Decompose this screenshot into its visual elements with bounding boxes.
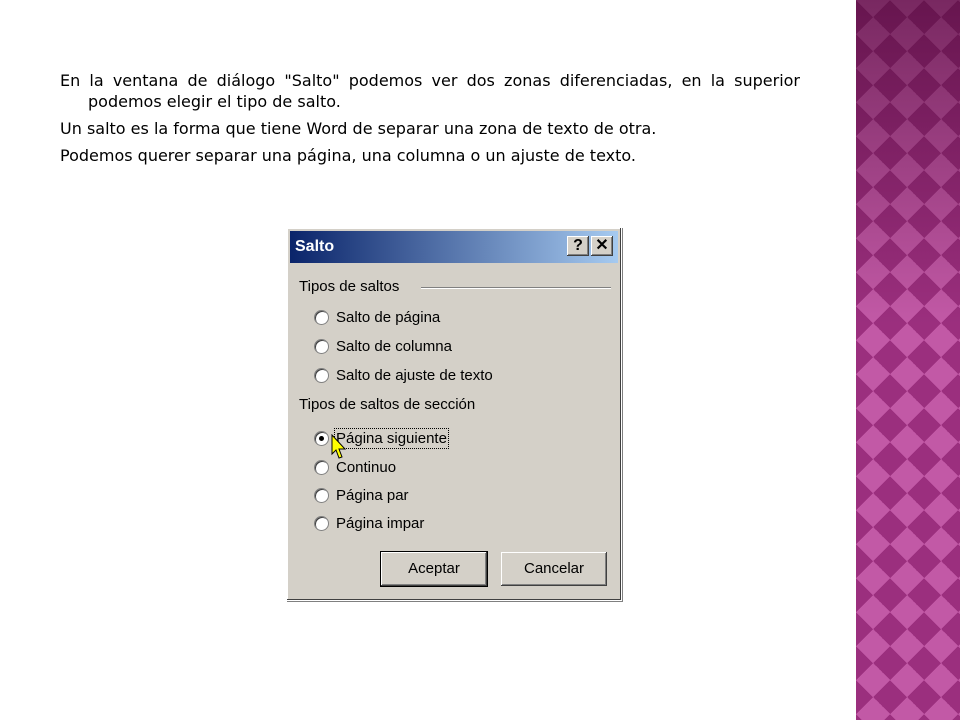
radio-button[interactable] [314,459,329,475]
accept-button[interactable]: Aceptar [380,551,488,587]
close-button[interactable]: ✕ [591,236,613,256]
radio-page-break[interactable]: Salto de página [314,307,440,327]
dialog-title: Salto [295,238,335,255]
dialog-titlebar[interactable]: Salto ? ✕ [290,231,618,263]
radio-button-selected[interactable] [314,430,329,446]
cancel-button[interactable]: Cancelar [501,552,607,586]
decorative-side-panel [854,0,960,720]
radio-label: Salto de columna [336,337,452,355]
radio-label: Página siguiente [334,427,449,449]
radio-button[interactable] [314,309,329,325]
radio-label: Salto de página [336,308,441,326]
radio-button[interactable] [314,515,329,531]
group-divider [421,287,611,289]
radio-column-break[interactable]: Salto de columna [314,336,452,356]
radio-text-wrap-break[interactable]: Salto de ajuste de texto [314,365,493,385]
radio-label: Página par [336,486,409,504]
radio-even-page[interactable]: Página par [314,485,409,505]
radio-label: Página impar [336,514,425,532]
paragraph-2: Un salto es la forma que tiene Word de s… [60,119,657,138]
paragraph-3: Podemos querer separar una página, una c… [60,146,636,165]
radio-continuous[interactable]: Continuo [314,457,396,477]
radio-button[interactable] [314,487,329,503]
slide-body: En la ventana de diálogo "Salto" podemos… [60,70,800,172]
paragraph-1: En la ventana de diálogo "Salto" podemos… [60,71,800,111]
radio-button[interactable] [314,338,329,354]
mouse-pointer-icon [331,434,347,459]
radio-odd-page[interactable]: Página impar [314,513,424,533]
help-button[interactable]: ? [567,236,589,256]
group-label-break-types: Tipos de saltos [299,278,400,295]
radio-button[interactable] [314,367,329,383]
radio-label: Salto de ajuste de texto [336,366,493,384]
radio-label: Continuo [336,458,397,476]
salto-dialog: Salto ? ✕ Tipos de saltos Salto de págin… [286,227,622,601]
group-label-section-breaks: Tipos de saltos de sección [299,396,476,413]
